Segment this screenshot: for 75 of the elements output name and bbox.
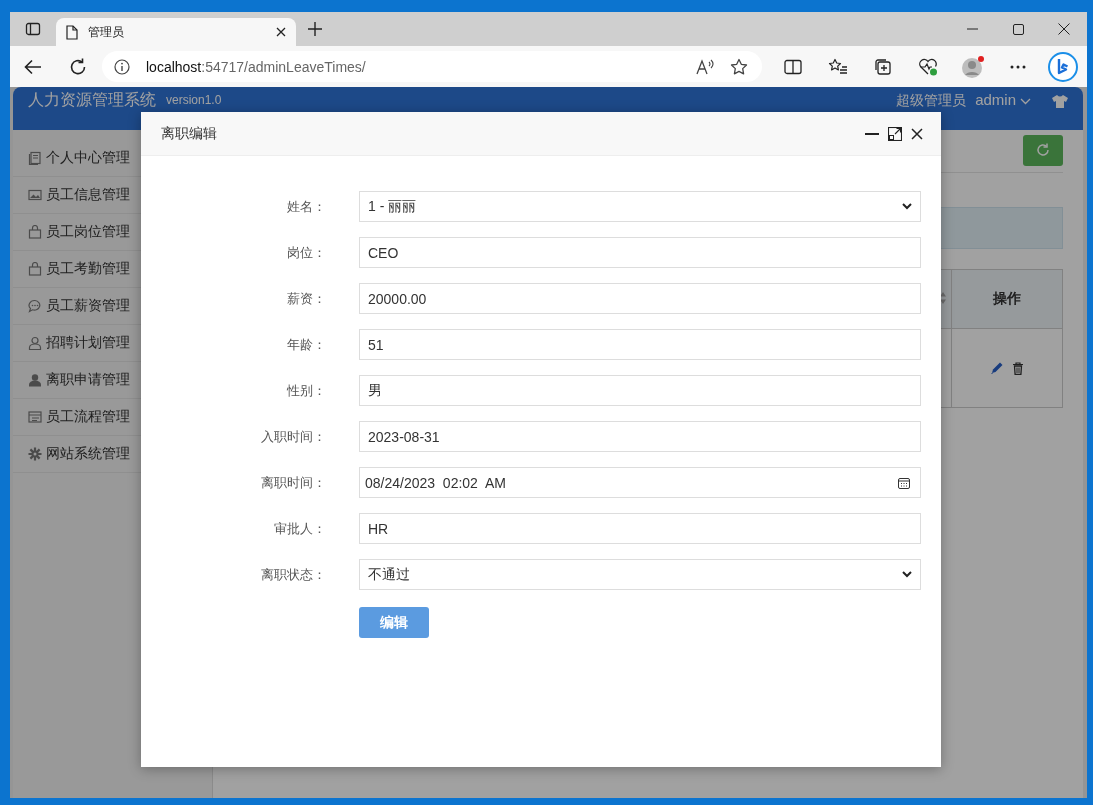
field-label: 审批人： [273, 519, 326, 538]
sidebar-item-label: 员工岗位管理 [46, 223, 130, 241]
maximize-icon[interactable] [888, 126, 902, 141]
sidebar-item-label: 招聘计划管理 [46, 334, 130, 352]
dropdown[interactable]: 不通过 [359, 559, 921, 590]
sidebar-item-label: 员工薪资管理 [46, 297, 130, 315]
version-text: version1.0 [166, 93, 222, 107]
book-icon [28, 151, 42, 165]
sort-icon[interactable] [939, 290, 947, 305]
field-label: 性别： [286, 381, 326, 400]
input-field[interactable]: HR [359, 513, 921, 544]
refresh-icon [1036, 143, 1050, 157]
refresh-icon[interactable] [68, 57, 87, 76]
favorites-icon[interactable] [827, 57, 848, 76]
field-label: 离职状态： [260, 565, 326, 584]
user-icon [28, 336, 42, 350]
profile-avatar-icon[interactable] [960, 54, 985, 79]
more-icon[interactable] [1009, 64, 1026, 69]
sidebar-item-label: 离职申请管理 [46, 371, 130, 389]
tab-title: 管理员 [88, 23, 125, 41]
page-icon [66, 24, 78, 40]
info-icon [114, 58, 130, 75]
table-header-cell: 操作 [951, 269, 1063, 329]
url-text: localhost:54717/adminLeaveTimes/ [146, 58, 367, 75]
back-icon[interactable] [23, 58, 42, 75]
input-field[interactable]: CEO [359, 237, 921, 268]
new-tab-icon[interactable] [308, 22, 322, 36]
chevron-down-icon [902, 571, 912, 578]
dropdown[interactable]: 1 - 丽丽 [359, 191, 921, 222]
maximize-icon[interactable] [1012, 23, 1024, 35]
chevron-down-icon [902, 203, 912, 210]
browser-tab[interactable]: 管理员 [56, 18, 296, 46]
chevron-down-icon [1020, 98, 1031, 105]
calendar-icon[interactable] [898, 476, 910, 489]
list-icon [28, 410, 42, 424]
field-label: 薪资： [286, 289, 326, 308]
pencil-icon[interactable] [990, 361, 1004, 375]
minimize-icon[interactable] [865, 132, 879, 135]
bag-icon [28, 225, 42, 239]
field-label: 岗位： [286, 243, 326, 262]
sidebar-item-label: 网站系统管理 [46, 445, 130, 463]
collections-icon[interactable] [873, 57, 892, 76]
read-aloud-icon[interactable] [696, 58, 714, 75]
field-label: 姓名： [286, 197, 326, 216]
input-field[interactable]: 51 [359, 329, 921, 360]
chat-icon [28, 299, 42, 313]
input-field[interactable]: 20000.00 [359, 283, 921, 314]
shirt-icon[interactable] [1051, 94, 1069, 108]
date-time-field[interactable]: 08/24/2023 02:02 AM [359, 467, 921, 498]
input-field[interactable]: 男 [359, 375, 921, 406]
sidebar-item-label: 员工信息管理 [46, 186, 130, 204]
sidebar-item-label: 员工考勤管理 [46, 260, 130, 278]
gear-icon [28, 447, 42, 461]
close-icon[interactable] [911, 127, 923, 140]
health-icon[interactable] [917, 57, 938, 76]
trash-icon[interactable] [1012, 361, 1024, 375]
bag-icon [28, 262, 42, 276]
star-icon[interactable] [730, 57, 748, 76]
field-label: 离职时间： [260, 473, 326, 492]
user-icon [28, 373, 42, 387]
tab-actions-icon[interactable] [25, 21, 41, 37]
address-bar[interactable]: localhost:54717/adminLeaveTimes/ [102, 51, 762, 82]
close-icon[interactable] [276, 27, 286, 37]
field-label: 年龄： [286, 335, 326, 354]
close-icon[interactable] [1058, 23, 1070, 35]
user-role: 超级管理员 [896, 91, 967, 109]
field-label: 入职时间： [260, 427, 326, 446]
split-screen-icon[interactable] [783, 58, 802, 75]
app-title: 人力资源管理系统 [28, 91, 156, 109]
dialog-title: 离职编辑 [161, 124, 218, 143]
copilot-logo-icon[interactable] [1047, 51, 1078, 82]
image-icon [28, 188, 42, 202]
input-field[interactable]: 2023-08-31 [359, 421, 921, 452]
sidebar-item-label: 个人中心管理 [46, 149, 130, 167]
sidebar-item-label: 员工流程管理 [46, 408, 130, 426]
